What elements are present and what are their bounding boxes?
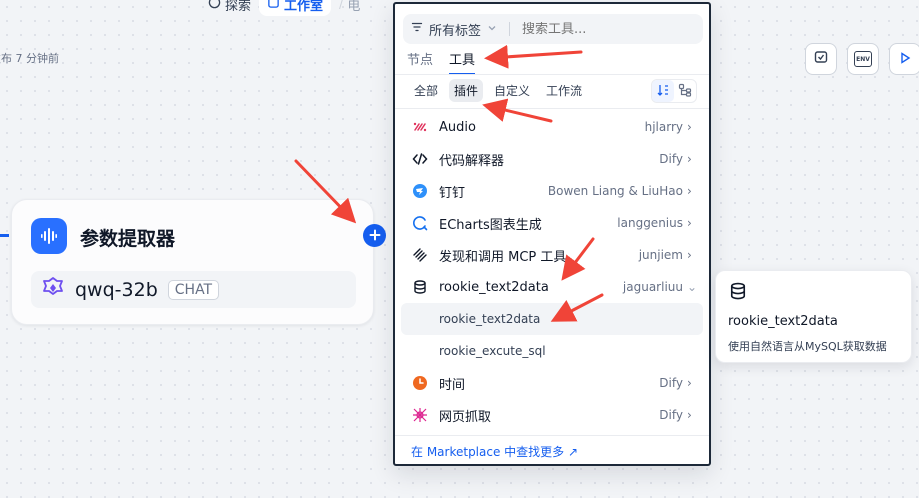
mcp-icon	[411, 246, 429, 264]
tool-category-tabs: 全部 插件 自定义 工作流	[409, 79, 587, 102]
tab-nodes[interactable]: 节点	[407, 49, 433, 75]
parameter-extractor-icon	[31, 218, 67, 254]
plus-icon	[369, 226, 381, 245]
node-input-connector	[0, 234, 9, 237]
main-tabs: 节点 工具	[407, 49, 476, 75]
checklist-icon	[813, 49, 829, 69]
tool-item-web-scraper[interactable]: 网页抓取 Dify ›	[401, 399, 703, 431]
tool-name: rookie_text2data	[439, 279, 549, 295]
audio-icon	[411, 118, 429, 136]
tab-studio[interactable]: 工作室	[259, 0, 332, 16]
view-toggle-group	[651, 79, 697, 103]
tool-name: 钉钉	[439, 185, 466, 201]
chevron-right-icon: ›	[687, 152, 692, 166]
sub-tool-rookie-text2data[interactable]: rookie_text2data	[401, 303, 703, 335]
chevron-right-icon: ›	[687, 184, 692, 198]
top-actions: ENV	[805, 43, 919, 75]
footer-divider	[395, 435, 709, 436]
tooltip-title: rookie_text2data	[728, 314, 838, 329]
code-icon	[411, 150, 429, 168]
play-icon	[898, 50, 912, 69]
run-button[interactable]	[889, 43, 919, 75]
model-name: qwq-32b	[75, 278, 158, 301]
workspace-icon	[267, 0, 280, 13]
tool-author: Dify	[659, 408, 683, 422]
tool-item-rookie-text2data[interactable]: rookie_text2data jaguarliuu ⌄	[401, 271, 703, 303]
chevron-right-icon: ›	[687, 120, 692, 134]
dingtalk-icon	[411, 182, 429, 200]
tab-partial-label: 电	[347, 0, 361, 14]
chevron-right-icon: ›	[687, 248, 692, 262]
list-divider	[395, 108, 709, 109]
chevron-right-icon: ›	[687, 216, 692, 230]
tab-custom[interactable]: 自定义	[489, 79, 535, 102]
tool-name: ECharts图表生成	[439, 217, 542, 233]
qwen-model-icon	[41, 276, 65, 304]
marketplace-link[interactable]: 在 Marketplace 中查找更多 ↗	[411, 443, 578, 460]
clock-icon	[411, 374, 429, 392]
tool-name: Audio	[439, 119, 476, 135]
sub-tool-rookie-excute-sql[interactable]: rookie_excute_sql	[401, 335, 703, 367]
tab-partial[interactable]: / 电	[331, 0, 368, 16]
tool-author: Dify	[659, 376, 683, 390]
publish-status: 发布 7 分钟前	[0, 52, 59, 65]
tool-item-code-interpreter[interactable]: 代码解释器 Dify ›	[401, 143, 703, 175]
search-input[interactable]	[522, 21, 653, 37]
chevron-down-icon: ⌄	[687, 280, 698, 294]
filter-icon	[411, 21, 423, 37]
tool-name: 网页抓取	[439, 409, 492, 425]
tool-author: langgenius	[617, 216, 683, 230]
model-selector[interactable]: qwq-32b CHAT	[31, 271, 356, 308]
tool-item-mcp[interactable]: 发现和调用 MCP 工具 junjiem ›	[401, 239, 703, 271]
env-button[interactable]: ENV	[847, 43, 879, 75]
tool-name: 时间	[439, 377, 466, 393]
tab-all[interactable]: 全部	[409, 79, 443, 102]
tool-item-echarts[interactable]: ECharts图表生成 langgenius ›	[401, 207, 703, 239]
tool-author: jaguarliuu	[622, 280, 683, 294]
add-next-node-button[interactable]	[363, 224, 386, 247]
sort-icon	[656, 82, 670, 101]
tool-author: hjlarry	[644, 120, 683, 134]
checklist-button[interactable]	[805, 43, 837, 75]
model-mode-badge: CHAT	[167, 279, 220, 300]
tabs-divider	[395, 74, 709, 75]
tool-author: junjiem	[638, 248, 683, 262]
sort-list-view-button[interactable]	[652, 80, 674, 102]
search-bar: 所有标签	[403, 14, 703, 44]
chevron-right-icon: ›	[687, 376, 692, 390]
tool-item-audio[interactable]: Audio hjlarry ›	[401, 111, 703, 143]
tool-picker-panel: 所有标签 节点 工具 全部 插件 自定义 工作流	[393, 2, 711, 466]
tab-explore[interactable]: 探索	[200, 0, 259, 16]
chevron-right-icon: ›	[687, 408, 692, 422]
tool-detail-tooltip: rookie_text2data 使用自然语言从MySQL获取数据	[715, 270, 912, 363]
tag-filter-button[interactable]: 所有标签	[429, 20, 481, 39]
echarts-icon	[411, 214, 429, 232]
database-icon	[728, 281, 748, 305]
tab-studio-label: 工作室	[284, 0, 324, 14]
chevron-down-icon	[487, 22, 497, 37]
tool-author: Dify	[659, 152, 683, 166]
tool-name: 发现和调用 MCP 工具	[439, 249, 567, 265]
compass-icon	[208, 0, 221, 13]
tab-explore-label: 探索	[225, 0, 252, 14]
web-scraper-icon	[411, 406, 429, 424]
tool-list: Audio hjlarry › 代码解释器 Dify › 钉钉 Bowen Li…	[401, 111, 703, 431]
tab-tools[interactable]: 工具	[449, 49, 476, 75]
env-icon: ENV	[854, 51, 872, 67]
top-nav: 探索 工作室 / 电	[200, 0, 368, 16]
tool-item-time[interactable]: 时间 Dify ›	[401, 367, 703, 399]
node-title: 参数提取器	[80, 228, 176, 250]
tree-icon	[678, 82, 692, 101]
tooltip-description: 使用自然语言从MySQL获取数据	[728, 340, 887, 353]
parameter-extractor-node[interactable]: 参数提取器 qwq-32b CHAT	[11, 199, 374, 325]
tab-plugins[interactable]: 插件	[449, 79, 484, 102]
tool-name: 代码解释器	[439, 153, 505, 169]
database-icon	[411, 278, 429, 296]
tool-author: Bowen Liang & LiuHao	[547, 184, 683, 198]
tool-item-dingtalk[interactable]: 钉钉 Bowen Liang & LiuHao ›	[401, 175, 703, 207]
tab-workflow[interactable]: 工作流	[541, 79, 587, 102]
search-separator	[509, 22, 511, 36]
tree-view-button[interactable]	[674, 80, 696, 102]
